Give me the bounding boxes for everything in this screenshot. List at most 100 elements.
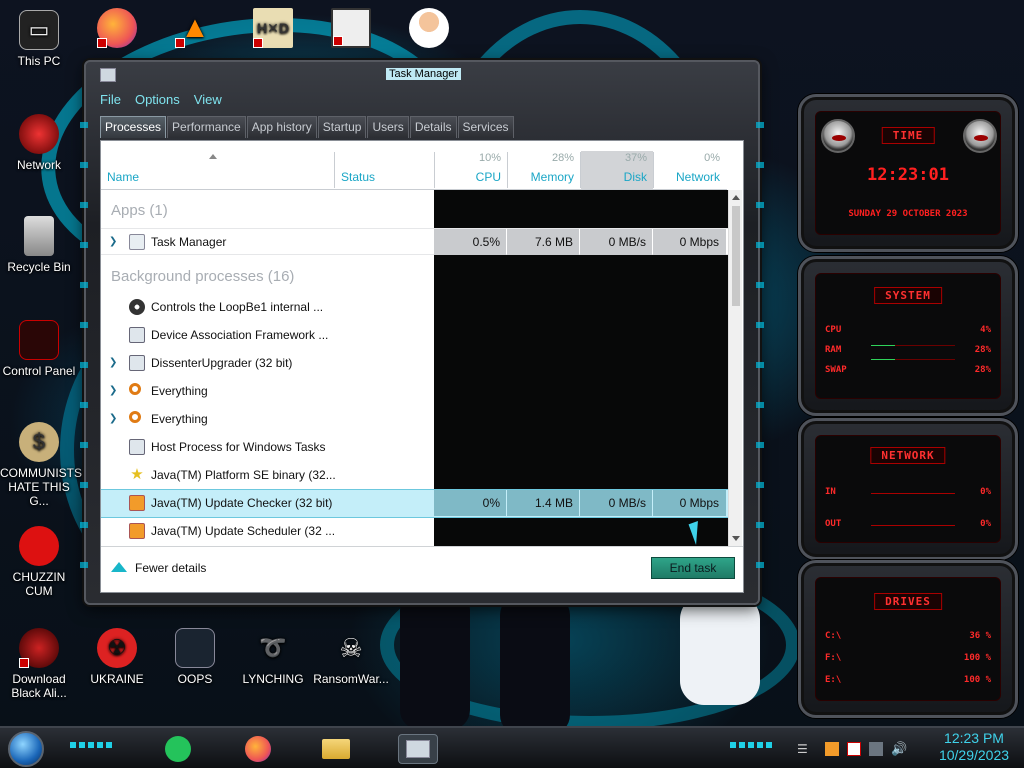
end-task-button[interactable]: End task (651, 557, 735, 579)
tab-startup[interactable]: Startup (317, 116, 367, 138)
recycle-bin-icon (24, 216, 54, 256)
network-value: 0 Mbps (679, 496, 719, 510)
menu-file[interactable]: File (100, 92, 121, 112)
tab-performance[interactable]: Performance (167, 116, 246, 138)
system-gadget: SYSTEM CPU 4% RAM 28% SWAP 28% (798, 256, 1018, 416)
tab-app-history[interactable]: App history (246, 116, 317, 138)
desktop-icon-doctor[interactable] (390, 8, 468, 52)
scroll-up-arrow-icon[interactable] (732, 195, 740, 200)
desktop-icon-download-black-alien[interactable]: Download Black Ali... (0, 628, 78, 700)
group-header-apps: Apps (1) (111, 202, 168, 219)
footer-divider (101, 546, 743, 547)
drive-row-e: E:\ 100 % (825, 675, 991, 685)
process-row[interactable]: ❯ DissenterUpgrader (32 bit) (101, 350, 728, 377)
show-hidden-icons-icon[interactable]: ☰ (797, 742, 811, 756)
desktop-icon-network[interactable]: Network (0, 114, 78, 172)
file-explorer-icon[interactable] (320, 734, 352, 764)
system-ram-bar (871, 345, 955, 346)
network-value: 0 Mbps (679, 235, 719, 249)
expand-chevron-icon[interactable]: ❯ (109, 237, 117, 247)
money-bag-icon: $ (19, 422, 59, 462)
expand-chevron-icon[interactable]: ❯ (109, 414, 117, 424)
start-orb-icon[interactable] (8, 731, 44, 767)
desktop-icon-oops[interactable]: OOPS (156, 628, 234, 686)
window-app-icon (129, 439, 145, 455)
process-row-selected[interactable]: Java(TM) Update Checker (32 bit) 0% 1.4 … (101, 489, 728, 518)
xd-app-icon: H✕D (253, 8, 293, 48)
desktop-icon-control-panel[interactable]: Control Panel (0, 320, 78, 378)
desktop-icon-xd-app[interactable]: H✕D (234, 8, 312, 52)
gadget-title: TIME (881, 127, 935, 144)
firefox-icon[interactable] (242, 734, 274, 764)
column-header-status[interactable]: Status (334, 152, 434, 188)
desktop-icon-vlc[interactable]: ▲ (156, 8, 234, 52)
process-row[interactable]: Controls the LoopBe1 internal ... (101, 294, 728, 321)
menu-options[interactable]: Options (135, 92, 180, 112)
scroll-thumb[interactable] (732, 206, 740, 306)
desktop-icon-ransomware[interactable]: ☠ RansomWar... (312, 628, 390, 686)
alien-icon (19, 628, 59, 668)
action-center-icon[interactable] (847, 742, 861, 756)
process-row[interactable]: Java(TM) Update Scheduler (32 ... (101, 518, 728, 545)
network-icon (19, 114, 59, 154)
process-row[interactable]: ❯ Everything (101, 406, 728, 433)
desktop-icon-communists[interactable]: $ COMMUNISTS HATE THIS G... (0, 422, 82, 508)
title-bar[interactable]: Task Manager (86, 62, 758, 88)
disk-total-percent: 37% (624, 152, 647, 164)
firefox-icon (97, 8, 137, 48)
doctor-icon (409, 8, 449, 48)
network-row-out: OUT 0% (825, 519, 991, 529)
taskbar-clock[interactable]: 12:23 PM 10/29/2023 (934, 730, 1014, 764)
tab-services[interactable]: Services (457, 116, 514, 138)
process-row[interactable]: ★ Java(TM) Platform SE binary (32... (101, 462, 728, 489)
window-app-icon (129, 355, 145, 371)
desktop-icon-ukraine[interactable]: ☢ UKRAINE (78, 628, 156, 686)
desktop-icon-lynching[interactable]: ➰ LYNCHING (234, 628, 312, 687)
gadget-date: SUNDAY 29 OCTOBER 2023 (848, 209, 968, 219)
column-header-name[interactable]: Name (101, 152, 334, 188)
column-header-cpu[interactable]: 10% CPU (434, 152, 507, 188)
desktop-icon-recycle-bin[interactable]: Recycle Bin (0, 216, 78, 274)
system-tray: ☰ 🔊 12:23 PM 10/29/2023 (794, 728, 1024, 768)
process-row[interactable]: Device Association Framework ... (101, 322, 728, 349)
memory-value: 7.6 MB (534, 235, 573, 249)
gadget-title: NETWORK (870, 447, 946, 464)
java-star-icon: ★ (130, 466, 144, 483)
volume-icon[interactable]: 🔊 (891, 742, 907, 756)
process-row[interactable]: Host Process for Windows Tasks (101, 434, 728, 461)
java-tray-icon[interactable] (825, 742, 839, 756)
fewer-details-link[interactable]: Fewer details (111, 561, 206, 575)
desktop-icon-firefox[interactable] (78, 8, 156, 52)
expand-chevron-icon[interactable]: ❯ (109, 358, 117, 368)
alien-head-icon (821, 119, 855, 153)
task-manager-app-icon (100, 68, 116, 82)
expand-chevron-icon[interactable]: ❯ (109, 386, 117, 396)
notes-app-icon[interactable] (162, 734, 194, 764)
column-header-memory[interactable]: 28% Memory (507, 152, 580, 188)
tab-details[interactable]: Details (409, 116, 457, 138)
desktop-icon-this-pc[interactable]: ▭ This PC (0, 10, 78, 68)
desktop-icon-chuzzin[interactable]: CHUZZIN CUM (0, 526, 78, 598)
vertical-scrollbar[interactable] (728, 190, 742, 546)
tab-users[interactable]: Users (367, 116, 409, 138)
scroll-down-arrow-icon[interactable] (732, 536, 740, 541)
magnifier-icon (129, 411, 141, 423)
task-manager-icon[interactable] (398, 734, 438, 764)
tab-processes[interactable]: Processes (100, 116, 167, 138)
process-row[interactable]: ❯ Everything (101, 378, 728, 405)
control-panel-icon (19, 320, 59, 360)
network-tray-icon[interactable] (869, 742, 883, 756)
cpu-value: 0.5% (472, 235, 500, 249)
network-row-in: IN 0% (825, 487, 991, 497)
drive-row-f: F:\ 100 % (825, 653, 991, 663)
column-header-network[interactable]: 0% Network (653, 152, 726, 188)
desktop-icon-maze-app[interactable] (312, 8, 390, 52)
column-header-disk[interactable]: 37% Disk (580, 152, 653, 188)
process-row-task-manager[interactable]: ❯ Task Manager 0.5% 7.6 MB 0 MB/s 0 Mbps (101, 228, 728, 255)
taskbar-time: 12:23 PM (944, 730, 1004, 746)
group-header-background: Background processes (16) (111, 268, 295, 285)
menu-view[interactable]: View (194, 92, 222, 112)
network-gadget: NETWORK IN 0% OUT 0% (798, 418, 1018, 560)
system-row-swap: SWAP 28% (825, 365, 991, 375)
system-swap-bar (871, 359, 955, 360)
